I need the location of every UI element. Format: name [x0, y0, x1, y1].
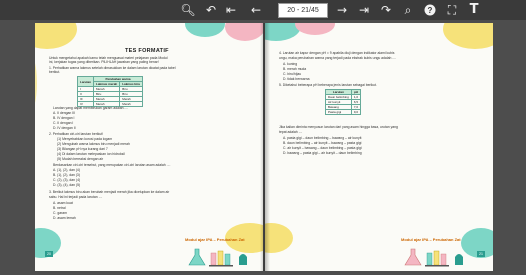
search-icon[interactable]: ⌕	[400, 2, 416, 18]
question-1: berikut.	[49, 70, 61, 74]
decor-blob-teal	[185, 23, 225, 37]
answer-option: D. (3), (4), dan (5)	[53, 183, 81, 187]
table-cell: 9,0	[350, 109, 362, 115]
table-header: Larutan	[76, 76, 95, 87]
answer-option: B. merah muda	[283, 67, 307, 71]
answer-option: A. (1), (2), dan (4)	[53, 168, 80, 172]
ph-table: Larutan pH Daun belimbing 1,0 Air kunyit 6,…	[325, 89, 362, 115]
lab-equipment-icon	[188, 248, 247, 267]
question-text: Larutan yang dapat membirukan garam adal…	[53, 106, 129, 110]
answer-option: C. (2), (3), dan (4)	[53, 178, 81, 182]
help-icon[interactable]: ?	[422, 2, 438, 18]
prev-page-icon[interactable]: ←	[248, 2, 264, 18]
answer-option: D. asam lemah	[53, 216, 76, 220]
question-4: 4. Larutan air kapur dengan pH = 9 apabi…	[279, 51, 395, 55]
decor-blob-yellow	[443, 23, 493, 49]
right-page[interactable]: 4. Larutan air kapur dengan pH = 9 apabi…	[265, 23, 493, 271]
table-header: Lakmus biru	[119, 81, 144, 87]
answer-option: C. II dengan I	[53, 121, 74, 125]
question-3: 3. Berikut lakmus biru akan berubah menj…	[49, 190, 170, 194]
next-page-icon[interactable]: →	[334, 2, 350, 18]
question-text: Jika kalian diminta menyusun larutan dar…	[279, 125, 398, 129]
page-number-input[interactable]: 20 - 21/45	[278, 3, 328, 18]
list-item: (4) Di dalam larutan melepaskan ion hidr…	[57, 152, 125, 156]
question-text: tepat adalah ....	[279, 130, 303, 134]
first-page-icon[interactable]: ⇤	[223, 2, 239, 18]
table-row: Pasta gigi 9,0	[325, 109, 362, 115]
answer-option: B. daun belimbing – air kunyit – bawang …	[283, 141, 362, 145]
left-page[interactable]: TES FORMATIF Untuk mengetahui apakah kam…	[35, 23, 263, 271]
question-2: 2. Perhatikan ciri-ciri larutan berikut!	[49, 132, 104, 136]
question-3: sabu. Hal ini terjadi pada larutan ....	[49, 195, 103, 199]
question-text: Berdasarkan ciri-ciri tersebut, yang mer…	[53, 163, 171, 167]
table-row: Daun belimbing 1,0	[325, 94, 362, 100]
question-1: 1. Perhatikan warna lakmus setelah dimas…	[49, 66, 176, 70]
zoom-in-icon[interactable]: 🔍︎	[180, 2, 196, 18]
question-5: 5. Diketahui beberapa pH beberapa jenis …	[279, 83, 377, 87]
lab-equipment-icon	[404, 248, 463, 267]
answer-option: A. kuning	[283, 62, 298, 66]
book-spine	[260, 23, 270, 271]
table-cell: Daun belimbing	[325, 94, 352, 100]
decor-blob-pink	[295, 23, 335, 35]
answer-option: D. tidak berwarna	[283, 77, 310, 81]
answer-option: B. IV dengan I	[53, 116, 75, 120]
page-number: 21	[477, 251, 485, 257]
intro-text: ini, kerjakan tugas yang diberikan. PILI…	[49, 60, 159, 64]
list-item: (1) Menyebabkan korosi pada logam	[57, 137, 113, 141]
answer-option: A. pasta gigi – daun belimbing – bawang …	[283, 136, 362, 140]
answer-option: B. netral	[53, 206, 66, 210]
page-title: TES FORMATIF	[125, 48, 169, 54]
decor-blob-yellow	[35, 23, 77, 49]
fullscreen-icon[interactable]: ⛶	[444, 2, 460, 18]
answer-option: C. biru/hijau	[283, 72, 302, 76]
share-icon[interactable]: ↷	[378, 2, 394, 18]
viewer-toolbar: 🔍︎ ↶ ⇤ ← 20 - 21/45 → ⇥ ↷ ⌕ ? ⛶ T	[0, 0, 526, 20]
answer-option: D. IV dengan II	[53, 126, 76, 130]
flipbook[interactable]: TES FORMATIF Untuk mengetahui apakah kam…	[35, 23, 493, 273]
table-header: Lakmus merah	[93, 81, 121, 87]
answer-option: D. bawang – pasta gigi – air kunyit – da…	[283, 151, 362, 155]
footer-text: Modul ajar IPA – Perubahan Zat	[401, 237, 461, 242]
answer-option: A. asam kuat	[53, 201, 73, 205]
svg-text:?: ?	[428, 6, 433, 15]
undo-icon[interactable]: ↶	[203, 2, 219, 18]
answer-option: B. (1), (2), dan (3)	[53, 173, 80, 177]
decor-blob-pink	[225, 23, 263, 41]
list-item: (2) Mengubah warna lakmus biru menjadi m…	[57, 142, 130, 146]
page-number: 20	[45, 251, 53, 257]
question-4: ungu, maka perubahan warna yang terjadi …	[279, 56, 397, 60]
decor-blob-side	[35, 53, 37, 113]
list-item: (5) Mudah bereaksi dengan air	[57, 157, 104, 161]
footer-text: Modul ajar IPA – Perubahan Zat	[185, 237, 245, 242]
answer-option: C. garam	[53, 211, 67, 215]
litmus-table: Larutan Perubahan warna Lakmus merah Lakmu…	[76, 76, 144, 107]
table-cell: Pasta gigi	[325, 109, 352, 115]
list-item: (3) Bilangan pH nya kurang dari 7	[57, 147, 108, 151]
answer-option: A. II dengan III	[53, 111, 76, 115]
last-page-icon[interactable]: ⇥	[356, 2, 372, 18]
text-icon[interactable]: T	[466, 2, 482, 18]
answer-option: C. air kunyit – bawang – daun belimbing …	[283, 146, 362, 150]
